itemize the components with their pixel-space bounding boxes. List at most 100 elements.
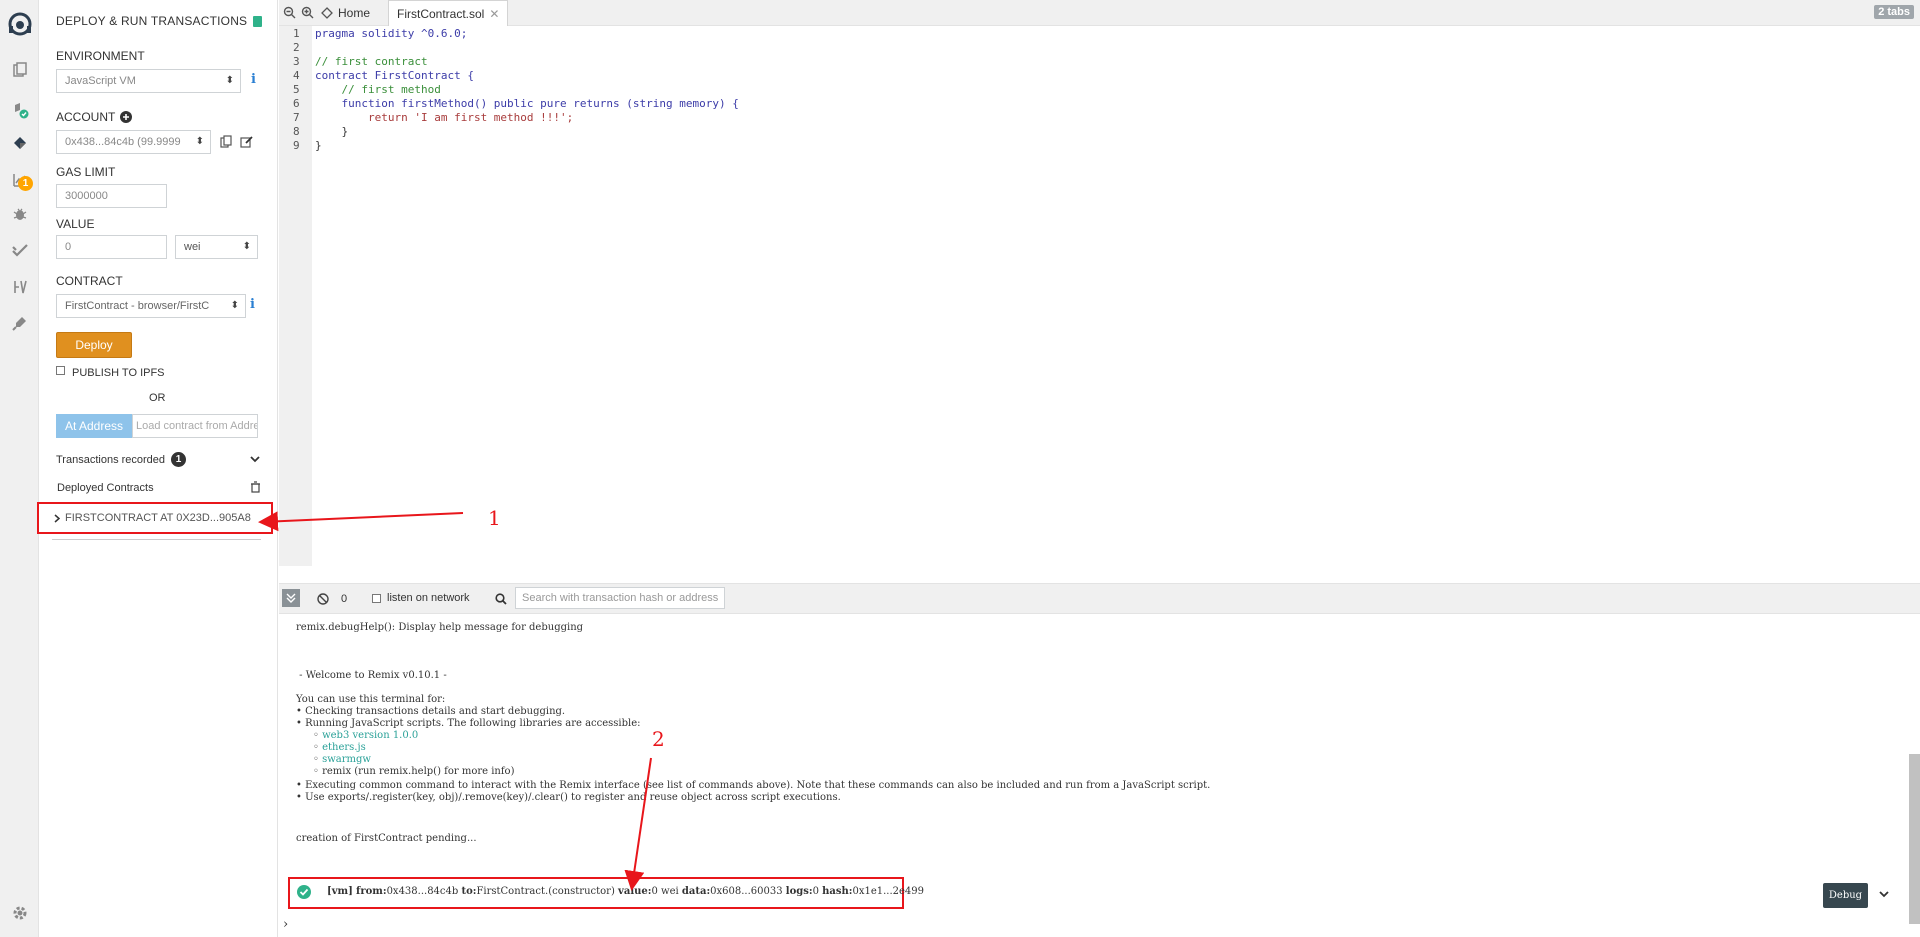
- debug-button[interactable]: Debug: [1823, 883, 1868, 908]
- code-line-9: }: [315, 139, 322, 152]
- annotation-number-2: 2: [652, 727, 665, 751]
- trash-icon[interactable]: [250, 481, 261, 493]
- terminal-bullet-2: • Running JavaScript scripts. The follow…: [296, 718, 641, 729]
- lib-swarmgw-link[interactable]: swarmgw: [322, 754, 371, 765]
- terminal-bullet-1: • Checking transactions details and star…: [296, 706, 566, 717]
- plugin-manager-icon[interactable]: [10, 313, 30, 333]
- contract-label: CONTRACT: [56, 274, 123, 288]
- environment-select[interactable]: JavaScript VM: [56, 69, 241, 93]
- transaction-log-line[interactable]: [vm] from:0x438...84c4b to:FirstContract…: [327, 886, 924, 897]
- tx-to: FirstContract.(constructor): [476, 886, 615, 897]
- deployed-contract-instance[interactable]: FIRSTCONTRACT AT 0X23D...905A8: [65, 512, 260, 524]
- contract-select[interactable]: FirstContract - browser/FirstC: [56, 294, 246, 318]
- terminal-lib-row: ◦ remix (run remix.help() for more info): [313, 766, 515, 777]
- at-address-input[interactable]: Load contract from Address: [132, 414, 258, 438]
- remix-logo-icon[interactable]: [6, 10, 34, 38]
- contract-value: FirstContract - browser/FirstC: [65, 300, 210, 312]
- code-line-6: function firstMethod() public pure retur…: [315, 97, 739, 110]
- deploy-run-panel: DEPLOY & RUN TRANSACTIONS ENVIRONMENT Ja…: [37, 0, 278, 937]
- code-editor[interactable]: 1 2 3 4 5 6 7 8 9 pragma solidity ^0.6.0…: [279, 26, 1920, 566]
- editor-tabs-bar: Home FirstContract.sol ✕ 2 tabs: [279, 0, 1920, 26]
- notification-badge: 1: [18, 176, 33, 191]
- line-number: 3: [293, 55, 300, 68]
- success-check-icon: [297, 885, 311, 899]
- line-number: 2: [293, 41, 300, 54]
- line-number: 1: [293, 27, 300, 40]
- account-label-text: ACCOUNT: [56, 110, 116, 124]
- line-number: 5: [293, 83, 300, 96]
- deploy-run-icon[interactable]: [10, 133, 30, 153]
- value-unit: wei: [184, 241, 201, 253]
- zoom-out-icon[interactable]: [283, 6, 296, 19]
- panel-title: DEPLOY & RUN TRANSACTIONS: [56, 14, 263, 28]
- listen-network-label: listen on network: [387, 592, 470, 604]
- tab-firstcontract[interactable]: FirstContract.sol ✕: [388, 0, 509, 26]
- deploy-button-label: Deploy: [75, 338, 113, 352]
- line-number: 8: [293, 125, 300, 138]
- tx-value: 0 wei: [651, 886, 679, 897]
- deploy-button[interactable]: Deploy: [56, 332, 132, 358]
- value-unit-select[interactable]: wei: [175, 235, 258, 259]
- lib-web3-link[interactable]: web3 version 1.0.0: [322, 730, 418, 741]
- transactions-recorded-row[interactable]: Transactions recorded 1: [56, 452, 187, 467]
- terminal-lib-row: ◦ swarmgw: [313, 754, 371, 765]
- terminal-help-line: remix.debugHelp(): Display help message …: [296, 622, 584, 633]
- zoom-in-icon[interactable]: [301, 6, 314, 19]
- terminal-search-input[interactable]: Search with transaction hash or address: [515, 587, 725, 609]
- lib-ethers-link[interactable]: ethers.js: [322, 742, 366, 753]
- sol-verify-icon[interactable]: [10, 277, 30, 297]
- line-number: 4: [293, 69, 300, 82]
- chevron-down-icon[interactable]: [250, 455, 260, 463]
- terminal-prompt[interactable]: ›: [283, 917, 288, 932]
- tab-home[interactable]: Home: [321, 0, 370, 26]
- environment-info-icon[interactable]: i: [251, 72, 256, 87]
- testing-icon[interactable]: [10, 240, 30, 260]
- debug-button-label: Debug: [1828, 890, 1863, 901]
- close-tab-icon[interactable]: ✕: [489, 7, 499, 21]
- settings-icon[interactable]: [10, 903, 30, 923]
- compiler-icon[interactable]: [10, 100, 30, 120]
- tx-vm: [vm]: [327, 886, 353, 897]
- transactions-recorded-label: Transactions recorded: [56, 453, 166, 466]
- account-select[interactable]: 0x438...84c4b (99.9999: [56, 130, 211, 154]
- copy-icon[interactable]: [220, 135, 233, 148]
- gas-limit-input[interactable]: 3000000: [56, 184, 167, 208]
- terminal-lib-row: ◦ ethers.js: [313, 742, 366, 753]
- terminal-panel: 0 listen on network Search with transact…: [279, 583, 1920, 937]
- contract-info-icon[interactable]: i: [250, 297, 255, 312]
- edit-icon[interactable]: [240, 135, 254, 148]
- publish-ipfs-checkbox[interactable]: [56, 366, 65, 375]
- documentation-icon[interactable]: [253, 15, 263, 27]
- file-explorer-icon[interactable]: [10, 60, 30, 80]
- clear-console-icon[interactable]: [317, 593, 329, 605]
- value-amount: 0: [65, 241, 72, 253]
- environment-label: ENVIRONMENT: [56, 49, 145, 63]
- pending-tx-count: 0: [341, 593, 348, 605]
- listen-network-checkbox[interactable]: [372, 594, 381, 603]
- code-line-3: // first contract: [315, 55, 428, 68]
- line-number: 9: [293, 139, 300, 152]
- tab-file-label: FirstContract.sol: [397, 6, 485, 21]
- chevron-right-icon[interactable]: [54, 514, 60, 523]
- at-address-button[interactable]: At Address: [56, 414, 132, 438]
- transactions-recorded-badge: 1: [171, 452, 187, 467]
- expand-tx-icon[interactable]: [1879, 890, 1889, 898]
- code-line-1: pragma solidity ^0.6.0;: [315, 27, 468, 40]
- terminal-lib-row: ◦ web3 version 1.0.0: [313, 730, 419, 741]
- value-input[interactable]: 0: [56, 235, 167, 259]
- terminal-scrollbar[interactable]: [1909, 754, 1920, 924]
- add-account-icon[interactable]: [120, 111, 133, 123]
- tx-from: 0x438...84c4b: [386, 886, 459, 897]
- tx-value-key: value:: [618, 886, 652, 897]
- tx-logs-key: logs:: [785, 886, 813, 897]
- tx-from-key: from:: [356, 886, 387, 897]
- toggle-terminal-icon[interactable]: [282, 589, 300, 607]
- tabs-count-badge[interactable]: 2 tabs: [1874, 5, 1914, 19]
- at-address-placeholder: Load contract from Address: [136, 420, 258, 432]
- tx-hash: 0x1e1...2e499: [852, 886, 925, 897]
- or-label: OR: [149, 392, 166, 404]
- debugger-icon[interactable]: [10, 204, 30, 224]
- search-icon: [495, 593, 507, 605]
- at-address-label: At Address: [64, 419, 124, 433]
- terminal-bullet-4: • Use exports/.register(key, obj)/.remov…: [296, 792, 841, 803]
